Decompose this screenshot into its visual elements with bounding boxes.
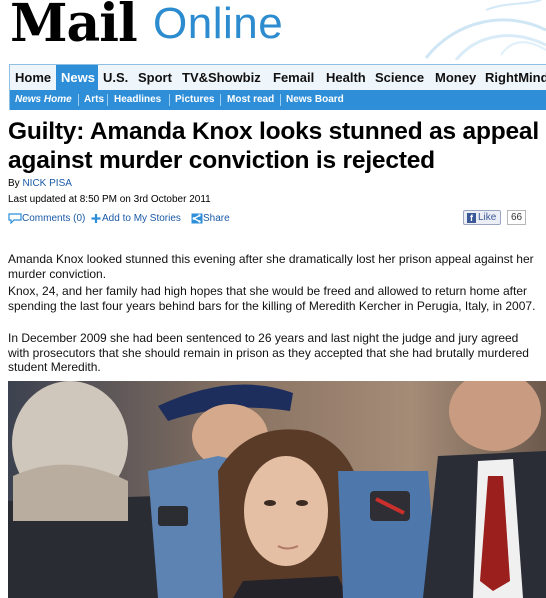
tab-us[interactable]: U.S. — [98, 65, 133, 90]
subnav-divider — [169, 94, 170, 106]
tab-health[interactable]: Health — [321, 65, 371, 90]
facebook-like-count: 66 — [507, 210, 527, 225]
share-label: Share — [203, 213, 230, 224]
article-paragraph: Knox, 24, and her family had high hopes … — [8, 284, 536, 313]
main-navigation: Home News U.S. Sport TV&Showbiz Femail H… — [9, 64, 546, 110]
tab-home[interactable]: Home — [10, 65, 56, 90]
comment-bubble-icon — [8, 213, 22, 224]
article-paragraph: In December 2009 she had been sentenced … — [8, 331, 529, 375]
article-headline: Guilty: Amanda Knox looks stunned as app… — [8, 118, 539, 174]
courtroom-photo-illustration — [8, 381, 546, 598]
byline-prefix: By — [8, 178, 20, 189]
facebook-like-button[interactable]: f Like — [463, 210, 502, 225]
tab-news[interactable]: News — [56, 65, 98, 90]
subnav-headlines[interactable]: Headlines — [114, 90, 161, 110]
comments-label: Comments (0) — [22, 213, 86, 224]
byline: By NICK PISA — [8, 178, 72, 189]
tab-money[interactable]: Money — [430, 65, 481, 90]
tab-femail[interactable]: Femail — [268, 65, 319, 90]
share-icon — [191, 213, 203, 224]
sub-navigation: News Home Arts Headlines Pictures Most r… — [10, 90, 546, 110]
tab-science[interactable]: Science — [370, 65, 429, 90]
tab-rightminds[interactable]: RightMinds — [480, 65, 546, 90]
logo-mail[interactable]: Mail — [10, 0, 138, 50]
last-updated: Last updated at 8:50 PM on 3rd October 2… — [8, 194, 211, 205]
subnav-divider — [78, 94, 79, 106]
share-link[interactable]: Share — [191, 212, 230, 225]
decorative-swirl-graphic — [424, 0, 546, 60]
facebook-like-label: Like — [478, 212, 497, 223]
tab-sport[interactable]: Sport — [133, 65, 177, 90]
section-tabs: Home News U.S. Sport TV&Showbiz Femail H… — [10, 65, 546, 90]
article-photo[interactable] — [8, 381, 546, 598]
comments-link[interactable]: Comments (0) — [8, 212, 85, 225]
article-paragraph: Amanda Knox looked stunned this evening … — [8, 252, 534, 281]
add-stories-icon — [91, 213, 101, 223]
subnav-arts[interactable]: Arts — [84, 90, 104, 110]
tab-tv-showbiz[interactable]: TV&Showbiz — [177, 65, 266, 90]
subnav-news-home[interactable]: News Home — [15, 90, 72, 110]
subnav-news-board[interactable]: News Board — [286, 90, 344, 110]
logo-online[interactable]: Online — [153, 2, 283, 46]
add-to-stories-label: Add to My Stories — [102, 213, 181, 224]
subnav-most-read[interactable]: Most read — [227, 90, 274, 110]
facebook-icon: f — [467, 213, 476, 223]
subnav-pictures[interactable]: Pictures — [175, 90, 214, 110]
masthead: Mail Online — [0, 0, 546, 60]
add-to-stories-link[interactable]: Add to My Stories — [90, 212, 181, 225]
subnav-divider — [107, 94, 108, 106]
author-link[interactable]: NICK PISA — [22, 178, 71, 189]
subnav-divider — [220, 94, 221, 106]
subnav-divider — [280, 94, 281, 106]
